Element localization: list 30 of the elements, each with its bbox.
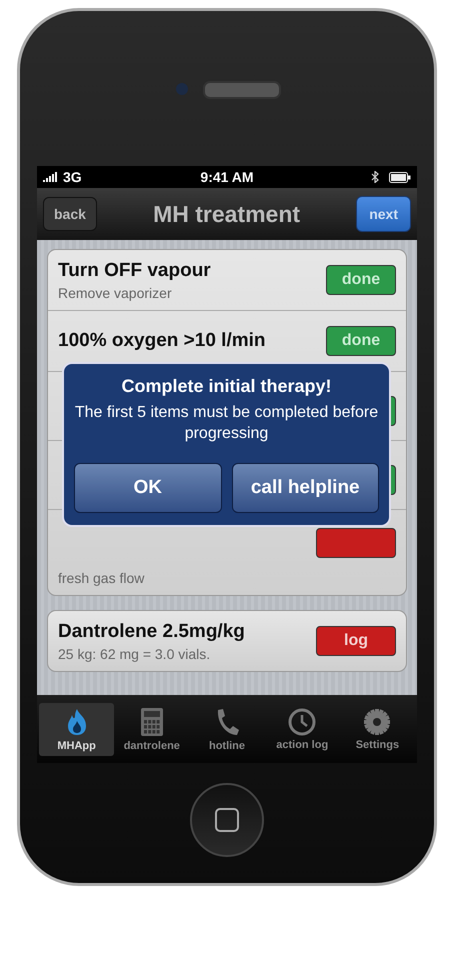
step-subtitle: Remove vaporizer	[58, 284, 173, 300]
dose-calculation: 25 kg: 62 mg = 3.0 vials.	[58, 646, 212, 662]
camera-icon	[176, 83, 188, 95]
battery-icon	[388, 172, 411, 182]
calculator-icon	[140, 706, 164, 736]
tab-item[interactable]: Settings	[340, 704, 416, 754]
status-time: 9:41 AM	[200, 169, 254, 185]
next-button[interactable]: next	[356, 196, 411, 232]
alert-button[interactable]: call helpline	[232, 462, 379, 513]
step-title: 100% oxygen >10 l/min	[58, 330, 266, 352]
screen-title: MH treatment	[153, 200, 300, 228]
back-button[interactable]: back	[43, 197, 97, 231]
step-title: Turn OFF vapour	[58, 260, 211, 282]
signal-icon	[43, 172, 59, 182]
step-subtitle: fresh gas flow	[58, 570, 144, 586]
step-status-button[interactable]: done	[326, 265, 396, 295]
step-status-button[interactable]: done	[326, 326, 396, 356]
tab-item[interactable]: dantrolene	[114, 702, 190, 756]
settings-icon	[363, 708, 392, 736]
log-button[interactable]: log	[316, 626, 396, 656]
bluetooth-icon	[370, 171, 379, 183]
carrier-label: 3G	[63, 169, 82, 185]
clock-icon	[288, 708, 316, 736]
tab-item[interactable]: MHApp	[39, 702, 114, 756]
tab-item[interactable]: action log	[264, 704, 340, 754]
alert-button[interactable]: OK	[74, 462, 222, 513]
dose-title: Dantrolene 2.5mg/kg	[58, 620, 245, 642]
alert-message: The first 5 items must be completed before progressing	[74, 403, 379, 444]
tab-item[interactable]: hotline	[189, 702, 265, 756]
alert-title: Complete initial therapy!	[121, 376, 332, 397]
